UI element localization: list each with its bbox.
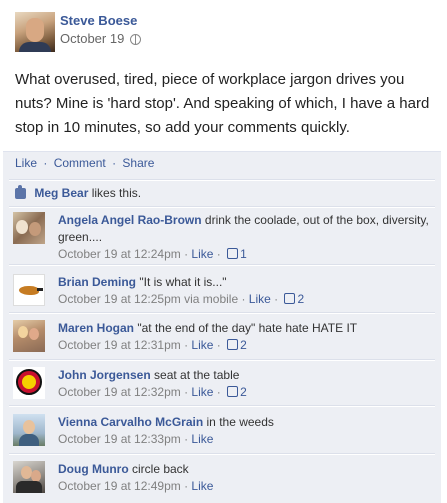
comment-time[interactable]: October 19 at 12:33pm [58,432,181,446]
comment-item: Angela Angel Rao-Brown drink the coolade… [13,212,438,261]
commenter-avatar[interactable] [13,414,45,446]
comment-time[interactable]: October 19 at 12:24pm [58,247,181,261]
separator: · [112,156,117,170]
comment-item: Vienna Carvalho McGrain in the weeds Oct… [13,414,438,454]
thumbs-up-icon [227,386,239,397]
comment-like-link[interactable]: Like [191,432,213,446]
likes-suffix: likes this. [91,186,142,200]
comment-via: via mobile [184,292,239,306]
post-text: What overused, tired, piece of workplace… [15,71,430,136]
comment-time[interactable]: October 19 at 12:32pm [58,385,181,399]
comment-like-link[interactable]: Like [249,292,271,306]
divider [9,264,435,266]
divider [9,312,435,314]
post-timestamp[interactable]: October 19 [60,31,124,46]
comment-text: seat at the table [154,368,240,382]
thumbs-up-icon [227,248,239,259]
divider [9,179,435,181]
commenter-avatar[interactable] [13,367,45,399]
comment-item: Maren Hogan "at the end of the day" hate… [13,320,438,360]
post-header: Steve Boese October 19 [15,12,435,52]
thumbs-up-icon [284,293,296,304]
like-link[interactable]: Like [15,156,37,170]
commenter-avatar[interactable] [13,320,45,352]
divider [9,206,435,208]
divider [9,453,435,455]
author-name[interactable]: Steve Boese [60,13,137,28]
comment-link[interactable]: Comment [54,156,106,170]
comment-text: "at the end of the day" hate hate HATE I… [137,321,358,335]
comment-like-link[interactable]: Like [191,385,213,399]
commenter-avatar[interactable] [13,461,45,493]
thumbs-up-icon [15,185,26,200]
globe-icon [130,34,141,45]
like-count[interactable]: 2 [240,385,247,399]
liker-name[interactable]: Meg Bear [34,186,88,200]
comment-text: "It is what it is..." [139,275,227,289]
comment-time[interactable]: October 19 at 12:31pm [58,338,181,352]
separator: · [43,156,48,170]
likes-summary: Meg Bear likes this. [15,185,142,202]
thumbs-up-icon [227,339,239,350]
like-count[interactable]: 2 [297,292,304,306]
commenter-name[interactable]: Maren Hogan [58,321,134,335]
commenter-avatar[interactable] [13,274,45,306]
like-count[interactable]: 2 [240,338,247,352]
comment-like-link[interactable]: Like [191,247,213,261]
comment-time[interactable]: October 19 at 12:25pm [58,292,181,306]
commenter-name[interactable]: Vienna Carvalho McGrain [58,415,203,429]
commenter-name[interactable]: Brian Deming [58,275,136,289]
feedback-panel: Like · Comment · Share Meg Bear likes th… [3,151,441,503]
divider [9,405,435,407]
action-bar: Like · Comment · Share [15,156,154,170]
comment-like-link[interactable]: Like [191,338,213,352]
share-link[interactable]: Share [122,156,154,170]
comment-item: Doug Munro circle back October 19 at 12:… [13,461,438,501]
commenter-name[interactable]: John Jorgensen [58,368,151,382]
comment-like-link[interactable]: Like [191,479,213,493]
commenter-name[interactable]: Angela Angel Rao-Brown [58,213,202,227]
comment-time[interactable]: October 19 at 12:49pm [58,479,181,493]
comment-text: in the weeds [206,415,274,429]
commenter-avatar[interactable] [13,212,45,244]
comment-item: Brian Deming "It is what it is..." Octob… [13,274,438,314]
comment-text: circle back [132,462,189,476]
commenter-name[interactable]: Doug Munro [58,462,129,476]
comment-item: John Jorgensen seat at the table October… [13,367,438,407]
author-avatar[interactable] [15,12,55,52]
divider [9,359,435,361]
like-count[interactable]: 1 [240,247,247,261]
